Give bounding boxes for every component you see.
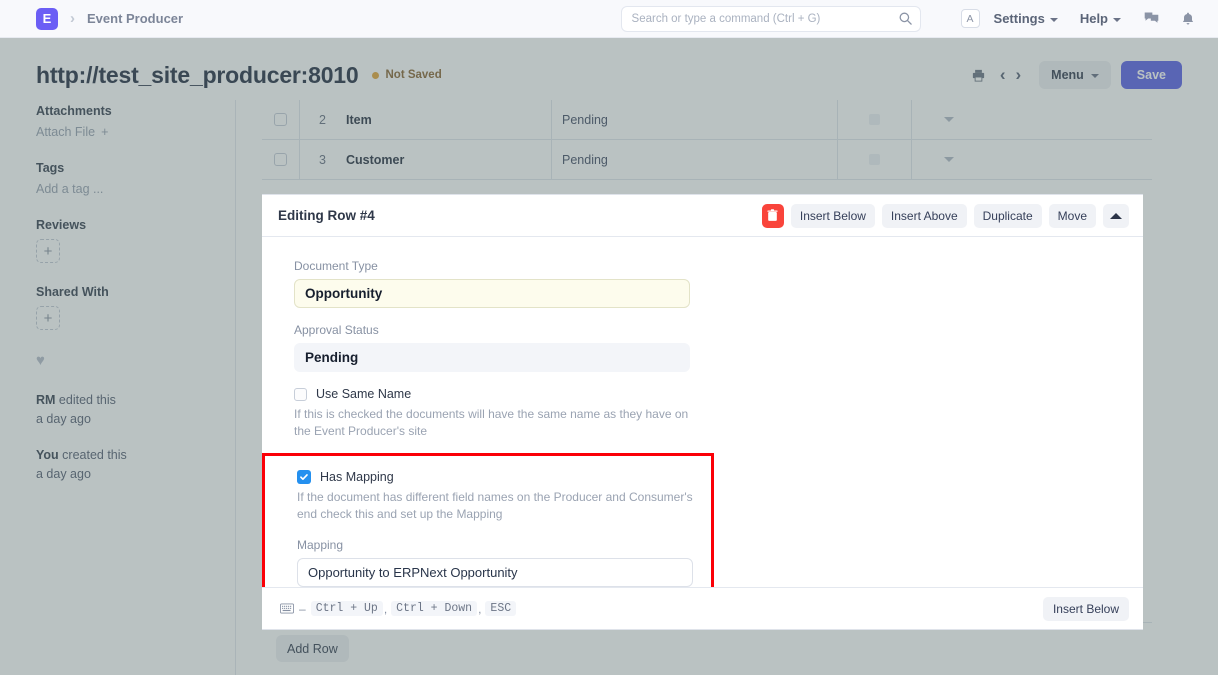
search-input[interactable]: [620, 5, 921, 32]
delete-row-button[interactable]: [761, 203, 784, 228]
navbar-left: E › Event Producer: [0, 7, 183, 30]
top-navbar: E › Event Producer A Settings Help: [0, 0, 1218, 38]
move-button[interactable]: Move: [1048, 203, 1096, 228]
has-mapping-help: If the document has different field name…: [297, 489, 693, 522]
use-same-name-row[interactable]: Use Same Name: [294, 387, 1143, 401]
mapping-input[interactable]: [297, 557, 693, 587]
duplicate-button[interactable]: Duplicate: [973, 203, 1042, 228]
shortcut-separator: ,: [478, 601, 482, 616]
search-wrapper: [620, 5, 921, 32]
insert-below-button[interactable]: Insert Below: [790, 203, 875, 228]
collapse-button[interactable]: [1103, 203, 1129, 228]
insert-above-button[interactable]: Insert Above: [881, 203, 967, 228]
shortcut-ctrl-up: Ctrl + Up: [310, 601, 383, 616]
shortcut-separator: ,: [383, 601, 388, 616]
chevron-down-icon: [1113, 17, 1121, 22]
nav-help-menu[interactable]: Help: [1080, 11, 1121, 26]
comment-icon[interactable]: [1143, 10, 1160, 27]
app-logo-icon[interactable]: E: [36, 7, 58, 30]
approval-status-label: Approval Status: [294, 323, 379, 337]
navbar-right: A Settings Help: [620, 5, 1218, 32]
notification-bell-icon[interactable]: [1180, 11, 1196, 27]
row-editor-footer: – Ctrl + Up , Ctrl + Down , ESC Insert B…: [262, 587, 1143, 629]
has-mapping-checkbox[interactable]: [297, 469, 311, 484]
chevron-right-icon: ›: [70, 10, 75, 27]
nav-help-label: Help: [1079, 11, 1108, 26]
document-type-label: Document Type: [294, 259, 378, 273]
chevron-down-icon: [1049, 17, 1058, 22]
use-same-name-label: Use Same Name: [316, 387, 412, 401]
row-editor-header: Editing Row #4 Insert Below Insert Above…: [262, 195, 1143, 237]
shortcut-ctrl-down: Ctrl + Down: [391, 601, 478, 616]
avatar[interactable]: A: [960, 9, 980, 28]
keyboard-icon: [280, 603, 294, 614]
use-same-name-help: If this is checked the documents will ha…: [294, 407, 689, 439]
row-editor-panel: Editing Row #4 Insert Below Insert Above…: [262, 194, 1143, 630]
has-mapping-label: Has Mapping: [320, 469, 394, 484]
chevron-up-icon: [1110, 212, 1122, 219]
row-editor-title: Editing Row #4: [278, 208, 375, 223]
approval-status-field: Pending: [294, 343, 690, 372]
row-editor-actions: Insert Below Insert Above Duplicate Move: [761, 203, 1129, 228]
mapping-label: Mapping: [297, 537, 344, 552]
document-type-field[interactable]: Opportunity: [294, 279, 690, 308]
search-icon[interactable]: [898, 11, 913, 26]
shortcut-esc: ESC: [485, 601, 517, 616]
row-editor-body: Document Type Opportunity Approval Statu…: [262, 237, 1143, 606]
has-mapping-row[interactable]: Has Mapping: [297, 469, 711, 484]
nav-settings-menu[interactable]: Settings: [994, 11, 1058, 26]
footer-insert-below-button[interactable]: Insert Below: [1042, 596, 1129, 621]
app-root: E › Event Producer A Settings Help: [0, 0, 1218, 675]
has-mapping-highlight-region: Has Mapping If the document has differen…: [262, 452, 714, 606]
breadcrumb[interactable]: Event Producer: [87, 11, 183, 26]
footer-dash: –: [299, 601, 306, 616]
nav-settings-label: Settings: [993, 11, 1045, 26]
use-same-name-checkbox[interactable]: [294, 387, 307, 401]
